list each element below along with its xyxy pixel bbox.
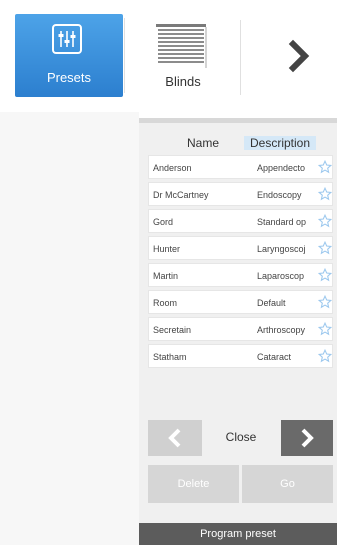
preset-description: Standard op bbox=[257, 217, 307, 227]
tab-presets[interactable]: Presets bbox=[15, 14, 123, 97]
preset-name: Room bbox=[153, 298, 178, 308]
table-row[interactable]: Room Default bbox=[148, 290, 333, 314]
column-header-description[interactable]: Description bbox=[244, 136, 316, 150]
table-row[interactable]: Dr McCartney Endoscopy bbox=[148, 182, 333, 206]
preset-name: Statham bbox=[153, 352, 187, 362]
preset-description: Laryngoscoj bbox=[257, 244, 306, 254]
star-icon[interactable] bbox=[317, 321, 333, 336]
top-toolbar: Presets Blinds bbox=[0, 0, 337, 112]
preset-description: Laparoscop bbox=[257, 271, 305, 281]
preset-list: Anderson Appendecto Dr McCartney Endosco… bbox=[148, 155, 333, 371]
star-icon[interactable] bbox=[317, 159, 333, 174]
tab-blinds-label: Blinds bbox=[165, 74, 201, 89]
left-panel bbox=[0, 112, 139, 545]
table-row[interactable]: Anderson Appendecto bbox=[148, 155, 333, 179]
tab-presets-label: Presets bbox=[46, 70, 92, 85]
preset-name: Hunter bbox=[153, 244, 181, 254]
delete-button[interactable]: Delete bbox=[148, 465, 239, 503]
table-header: Name Description bbox=[139, 136, 337, 152]
star-icon[interactable] bbox=[317, 348, 333, 363]
sliders-icon bbox=[52, 24, 82, 54]
next-page-button[interactable] bbox=[281, 420, 333, 456]
preset-description: Cataract bbox=[257, 352, 292, 362]
star-icon[interactable] bbox=[317, 240, 333, 255]
table-row[interactable]: Secretain Arthroscopy bbox=[148, 317, 333, 341]
table-row[interactable]: Hunter Laryngoscoj bbox=[148, 236, 333, 260]
chevron-right-icon[interactable] bbox=[280, 36, 320, 76]
preset-name: Secretain bbox=[153, 325, 192, 335]
page-navigation: Close bbox=[148, 420, 333, 456]
tab-blinds[interactable]: Blinds bbox=[128, 14, 238, 97]
table-row[interactable]: Gord Standard op bbox=[148, 209, 333, 233]
previous-page-button[interactable] bbox=[148, 420, 202, 456]
table-row[interactable]: Martin Laparoscop bbox=[148, 263, 333, 287]
separator bbox=[240, 20, 241, 95]
star-icon[interactable] bbox=[317, 294, 333, 309]
star-icon[interactable] bbox=[317, 186, 333, 201]
go-button[interactable]: Go bbox=[242, 465, 333, 503]
action-buttons: Delete Go bbox=[148, 465, 333, 503]
separator bbox=[124, 18, 125, 93]
preset-description: Appendecto bbox=[257, 163, 306, 173]
chevron-right-icon bbox=[301, 428, 314, 448]
preset-description: Arthroscopy bbox=[257, 325, 306, 335]
panel-footer-title: Program preset bbox=[139, 523, 337, 545]
preset-name: Anderson bbox=[153, 163, 192, 173]
preset-name: Dr McCartney bbox=[153, 190, 209, 200]
program-preset-panel: Name Description Anderson Appendecto Dr … bbox=[139, 123, 337, 545]
preset-description: Default bbox=[257, 298, 286, 308]
preset-description: Endoscopy bbox=[257, 190, 302, 200]
close-button[interactable]: Close bbox=[202, 430, 280, 444]
column-header-name[interactable]: Name bbox=[163, 136, 243, 150]
table-row[interactable]: Statham Cataract bbox=[148, 344, 333, 368]
preset-name: Gord bbox=[153, 217, 174, 227]
star-icon[interactable] bbox=[317, 213, 333, 228]
preset-name: Martin bbox=[153, 271, 179, 281]
chevron-left-icon bbox=[168, 428, 181, 448]
star-icon[interactable] bbox=[317, 267, 333, 282]
blinds-icon bbox=[153, 24, 209, 75]
